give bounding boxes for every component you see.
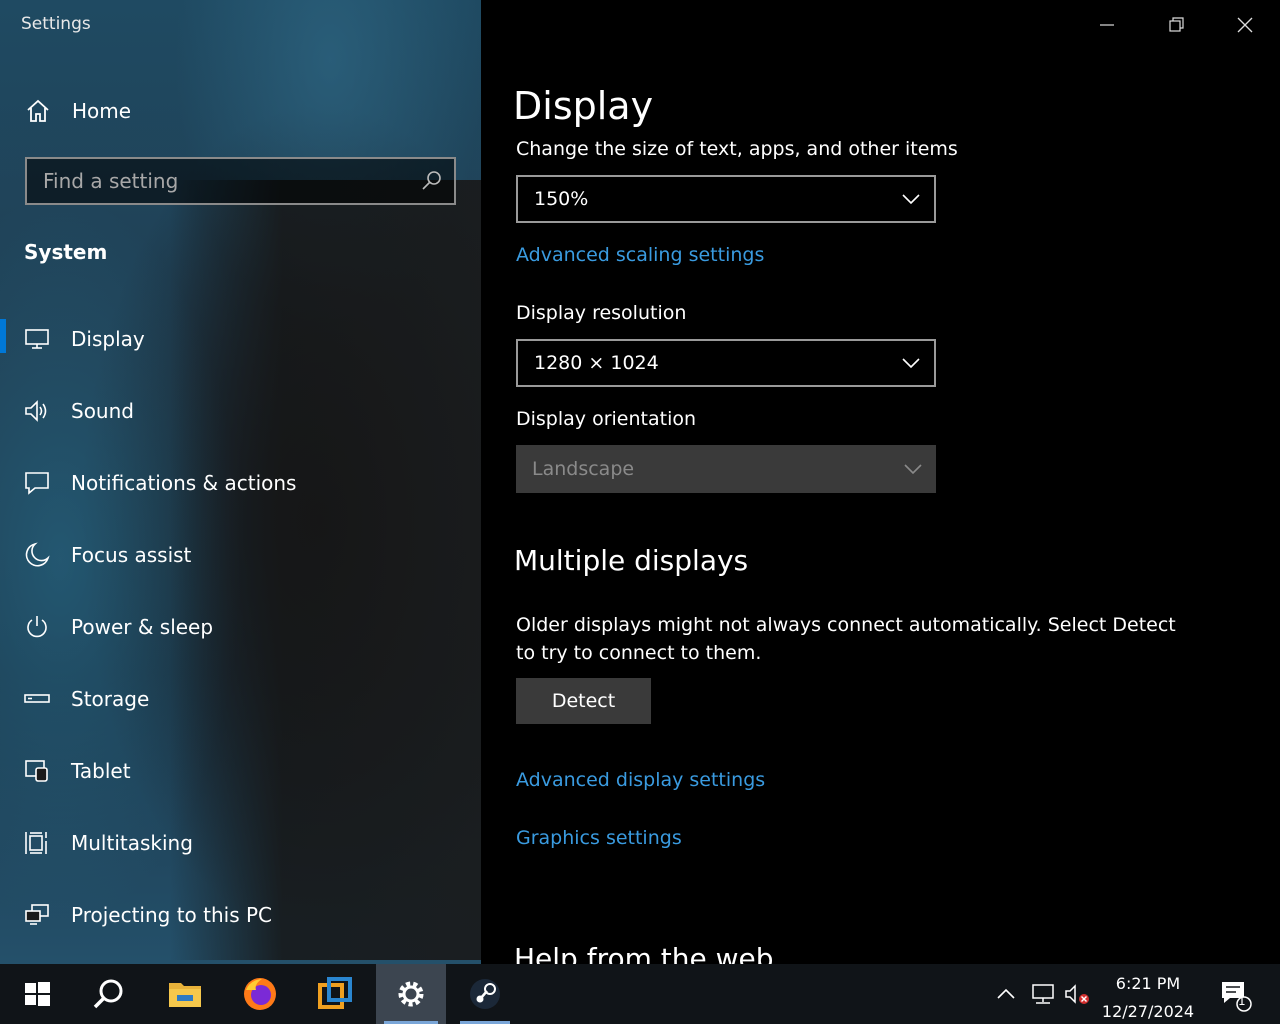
restore-button[interactable] — [1156, 8, 1196, 42]
sidebar-item-label: Notifications & actions — [71, 471, 297, 495]
sidebar-item-multitasking[interactable]: Multitasking — [0, 818, 470, 868]
resolution-label: Display resolution — [516, 302, 687, 324]
help-heading: Help from the web — [514, 942, 774, 964]
orientation-dropdown[interactable]: Landscape — [516, 445, 936, 493]
taskbar-file-explorer[interactable] — [152, 964, 218, 1024]
virtualbox-icon — [318, 977, 352, 1009]
search-input[interactable] — [43, 169, 420, 193]
home-icon — [27, 99, 49, 122]
chevron-down-icon — [904, 464, 922, 475]
page-title: Display — [513, 84, 654, 128]
chevron-down-icon — [902, 194, 920, 205]
home-label: Home — [72, 99, 132, 123]
advanced-scaling-link[interactable]: Advanced scaling settings — [516, 244, 764, 266]
clock[interactable]: 6:21 PM 12/27/2024 — [1098, 970, 1198, 1024]
orientation-value: Landscape — [532, 458, 635, 480]
start-icon — [25, 982, 50, 1006]
taskbar-firefox[interactable] — [227, 964, 293, 1024]
close-button[interactable] — [1225, 8, 1265, 42]
detect-button[interactable]: Detect — [516, 678, 651, 724]
sidebar-item-label: Power & sleep — [71, 615, 214, 639]
app-title: Settings — [21, 14, 91, 34]
start-button[interactable] — [4, 964, 70, 1024]
sidebar-item-label: Sound — [71, 399, 134, 423]
firefox-icon — [244, 978, 276, 1010]
sidebar-item-label: Projecting to this PC — [71, 903, 273, 927]
search-box[interactable] — [25, 157, 456, 205]
chevron-down-icon — [902, 358, 920, 369]
home-nav-item[interactable]: Home — [24, 94, 324, 128]
action-center-icon — [1222, 982, 1252, 1012]
multiple-displays-description: Older displays might not always connect … — [516, 614, 1176, 664]
volume-tray[interactable] — [1062, 964, 1092, 1024]
taskbar-steam[interactable] — [452, 964, 518, 1024]
scale-label: Change the size of text, apps, and other… — [516, 138, 958, 160]
taskbar-search-button[interactable] — [76, 964, 142, 1024]
search-icon[interactable] — [420, 169, 444, 193]
resolution-value: 1280 × 1024 — [534, 352, 659, 374]
network-icon — [1032, 984, 1054, 1004]
network-tray[interactable] — [1028, 964, 1058, 1024]
sidebar-item-label: Display — [71, 327, 145, 351]
taskbar: 6:21 PM 12/27/2024 1 — [0, 964, 1280, 1024]
power-icon — [27, 616, 47, 638]
notification-count-badge: 1 — [1238, 994, 1246, 1008]
restore-icon — [1169, 17, 1184, 32]
sidebar-item-tablet[interactable]: Tablet — [0, 746, 470, 796]
sidebar-item-label: Tablet — [71, 759, 131, 783]
search-icon — [93, 979, 123, 1009]
sidebar-item-label: Multitasking — [71, 831, 193, 855]
projecting-icon — [25, 904, 49, 925]
volume-muted-icon — [1065, 984, 1089, 1004]
clock-date: 12/27/2024 — [1101, 1002, 1195, 1021]
steam-icon — [470, 979, 500, 1009]
sidebar-item-label: Focus assist — [71, 543, 192, 567]
speaker-icon — [25, 400, 47, 422]
file-explorer-icon — [169, 983, 201, 1007]
multiple-displays-heading: Multiple displays — [514, 544, 749, 577]
sidebar-item-projecting[interactable]: Projecting to this PC — [0, 890, 470, 940]
action-center-button[interactable]: 1 — [1212, 964, 1256, 1024]
moon-icon — [25, 542, 50, 567]
close-icon — [1237, 17, 1253, 33]
minimize-button[interactable] — [1087, 8, 1127, 42]
monitor-icon — [25, 329, 49, 349]
show-hidden-icons-button[interactable] — [992, 964, 1020, 1024]
taskbar-settings[interactable] — [376, 964, 446, 1024]
clock-time: 6:21 PM — [1115, 974, 1181, 993]
minimize-icon — [1100, 24, 1114, 26]
sidebar-item-storage[interactable]: Storage — [0, 674, 470, 724]
sidebar: Settings Home System Display — [0, 0, 481, 964]
taskbar-virtualbox[interactable] — [302, 964, 368, 1024]
resolution-dropdown[interactable]: 1280 × 1024 — [516, 339, 936, 387]
sidebar-item-focus-assist[interactable]: Focus assist — [0, 530, 470, 580]
graphics-settings-link[interactable]: Graphics settings — [516, 827, 682, 849]
sidebar-item-notifications[interactable]: Notifications & actions — [0, 458, 470, 508]
section-label: System — [24, 240, 108, 264]
advanced-display-link[interactable]: Advanced display settings — [516, 769, 765, 791]
settings-window: Settings Home System Display — [0, 0, 1280, 1024]
storage-icon — [24, 694, 50, 703]
scale-dropdown[interactable]: 150% — [516, 175, 936, 223]
main-content: Display Change the size of text, apps, a… — [481, 0, 1280, 964]
sidebar-item-label: Storage — [71, 687, 150, 711]
chevron-up-icon — [997, 988, 1015, 999]
sidebar-item-sound[interactable]: Sound — [0, 386, 470, 436]
sidebar-item-display[interactable]: Display — [0, 314, 470, 364]
scale-value: 150% — [534, 188, 589, 210]
orientation-label: Display orientation — [516, 408, 697, 430]
notification-icon — [25, 472, 49, 495]
sidebar-item-power-sleep[interactable]: Power & sleep — [0, 602, 470, 652]
tablet-icon — [25, 760, 48, 782]
multitasking-icon — [25, 832, 47, 854]
settings-icon — [398, 981, 424, 1007]
